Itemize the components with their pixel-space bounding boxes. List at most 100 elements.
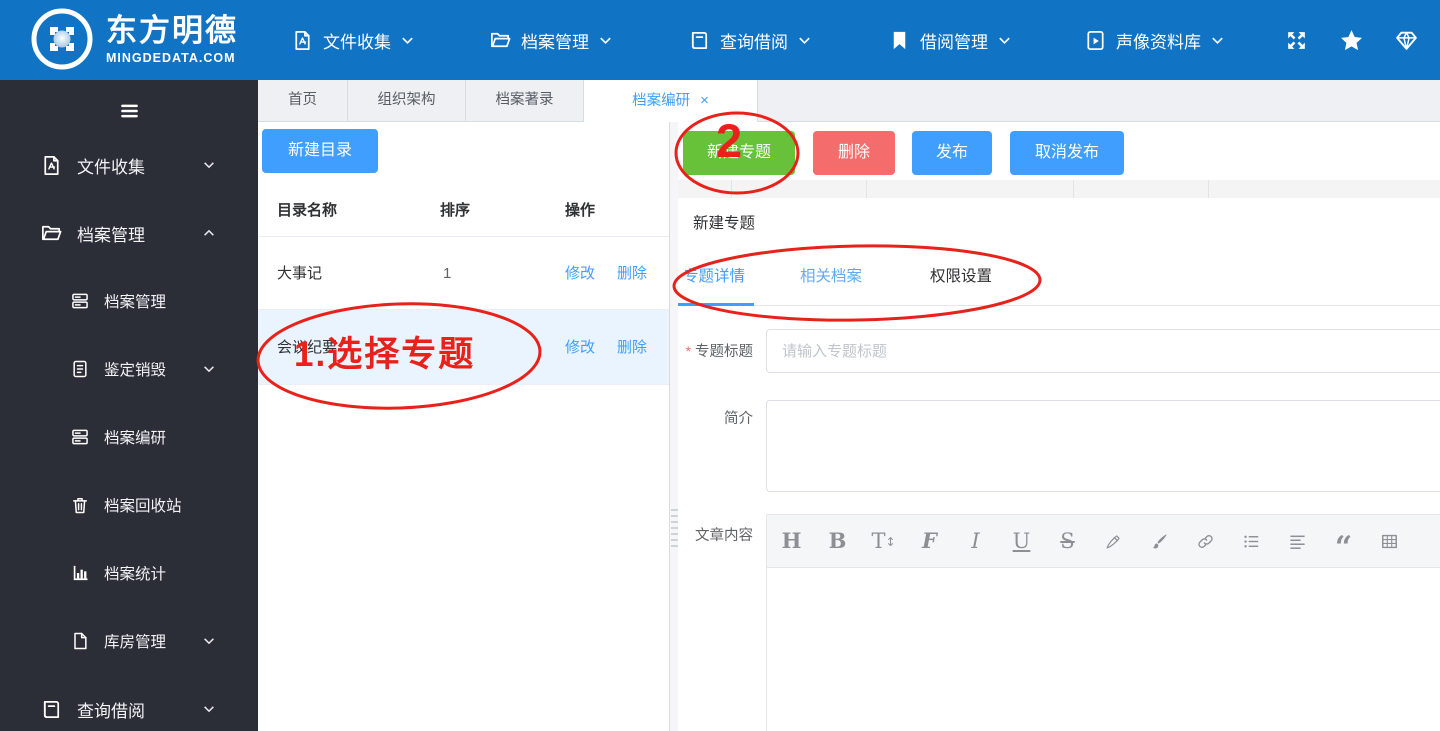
delete-link[interactable]: 删除 xyxy=(617,237,647,310)
sidebar-item-label: 库房管理 xyxy=(104,634,167,651)
chevron-down-icon xyxy=(400,33,415,48)
header-actions: 操作 xyxy=(565,202,596,219)
sidebar-item-label: 查询借阅 xyxy=(77,701,145,721)
tab-label: 组织架构 xyxy=(377,92,436,108)
nav-item-5[interactable]: 声像资料库 xyxy=(1084,0,1225,80)
logo-title: 东方明德 xyxy=(106,12,238,48)
chevron-down-icon xyxy=(202,634,216,648)
sidebar-item-label: 档案回收站 xyxy=(104,498,182,515)
active-tab-underline xyxy=(678,303,754,306)
gem-icon xyxy=(1394,28,1419,53)
strikethrough-icon[interactable]: S xyxy=(1057,528,1078,554)
dir-name-cell: 会议纪要 xyxy=(277,339,338,356)
new-directory-button[interactable]: 新建目录 xyxy=(262,129,378,173)
取消发布-button[interactable]: 取消发布 xyxy=(1010,131,1124,175)
topic-detail-tabs: 专题详情 相关档案 权限设置 xyxy=(678,248,1440,306)
font-size-icon[interactable]: T↕ xyxy=(871,528,895,554)
font-style-icon[interactable]: F xyxy=(919,528,940,554)
tab-相关档案[interactable]: 相关档案 xyxy=(800,248,862,306)
chevron-down-icon xyxy=(202,362,216,376)
file-collect-icon xyxy=(40,154,63,177)
sidebar-item-1-文件收集[interactable]: 文件收集 xyxy=(0,144,258,186)
sidebar-item-8-库房管理[interactable]: 库房管理 xyxy=(0,620,258,662)
splitter-grip-icon xyxy=(671,505,678,551)
chevron-down-icon xyxy=(1210,33,1225,48)
align-icon[interactable] xyxy=(1287,528,1308,554)
editor-toolbar: H B T↕ F I U S “ xyxy=(767,515,1440,568)
chevron-down-icon xyxy=(202,158,216,172)
edit-link[interactable]: 修改 xyxy=(565,310,595,385)
required-asterisk-icon: * xyxy=(685,343,691,359)
menu-collapse-button[interactable] xyxy=(0,96,258,126)
folder-open-icon xyxy=(489,29,512,52)
topbar: 东方明德 MINGDEDATA.COM 文件收集 档案管理 查询借阅 借阅管理 声像资料… xyxy=(0,0,1440,80)
page-tabbar: 首页 组织架构 档案著录 档案编研 × xyxy=(258,80,1440,122)
doc-lines-icon xyxy=(70,359,90,379)
link-icon[interactable] xyxy=(1195,528,1216,554)
book-icon xyxy=(40,698,63,721)
panel-splitter[interactable] xyxy=(669,122,678,731)
gem-button[interactable] xyxy=(1394,0,1419,80)
nav-item-label: 档案管理 xyxy=(521,32,589,52)
sidebar-item-4-鉴定销毁[interactable]: 鉴定销毁 xyxy=(0,348,258,390)
tab-档案编研[interactable]: 档案编研 × xyxy=(584,80,758,122)
table-icon[interactable] xyxy=(1379,528,1400,554)
tab-档案著录[interactable]: 档案著录 xyxy=(466,80,584,122)
editor-content-area[interactable] xyxy=(767,568,1440,731)
topic-title-input[interactable] xyxy=(766,329,1440,373)
tab-组织架构[interactable]: 组织架构 xyxy=(348,80,466,122)
italic-icon[interactable]: I xyxy=(965,528,986,554)
sidebar-item-label: 档案编研 xyxy=(104,430,167,447)
sidebar-item-label: 文件收集 xyxy=(77,157,145,177)
nav-item-4[interactable]: 借阅管理 xyxy=(888,0,1012,80)
sidebar-item-label: 档案管理 xyxy=(77,225,145,245)
rich-text-editor: H B T↕ F I U S “ xyxy=(766,514,1440,731)
chevron-down-icon xyxy=(997,33,1012,48)
logo: 东方明德 MINGDEDATA.COM xyxy=(30,7,238,71)
sidebar-item-5-档案编研[interactable]: 档案编研 xyxy=(0,416,258,458)
heading-icon[interactable]: H xyxy=(781,528,802,554)
table-row-selected[interactable]: 会议纪要 修改 删除 xyxy=(258,310,669,385)
sidebar-item-2-档案管理[interactable]: 档案管理 xyxy=(0,212,258,254)
sidebar-item-6-档案回收站[interactable]: 档案回收站 xyxy=(0,484,258,526)
book-icon xyxy=(688,29,711,52)
sidebar-item-3-档案管理[interactable]: 档案管理 xyxy=(0,280,258,322)
chart-icon xyxy=(70,563,90,583)
nav-item-2[interactable]: 档案管理 xyxy=(489,0,613,80)
bold-icon[interactable]: B xyxy=(827,528,848,554)
table-row[interactable]: 大事记 1 修改 删除 xyxy=(258,237,669,310)
bookmark-icon xyxy=(888,29,911,52)
intro-textarea[interactable] xyxy=(766,400,1440,492)
sidebar-item-7-档案统计[interactable]: 档案统计 xyxy=(0,552,258,594)
发布-button[interactable]: 发布 xyxy=(912,131,992,175)
logo-emblem-icon xyxy=(31,8,93,70)
fullscreen-button[interactable] xyxy=(1284,0,1309,80)
quote-icon[interactable]: “ xyxy=(1333,528,1354,563)
server-icon xyxy=(70,427,90,447)
pen-icon[interactable] xyxy=(1103,528,1124,554)
fullscreen-icon xyxy=(1284,28,1309,53)
新建专题-button[interactable]: 新建专题 xyxy=(683,131,795,175)
delete-link[interactable]: 删除 xyxy=(617,310,647,385)
删除-button[interactable]: 删除 xyxy=(813,131,895,175)
tab-close-icon[interactable]: × xyxy=(700,92,709,109)
media-icon xyxy=(1084,29,1107,52)
tab-label: 首页 xyxy=(288,92,317,108)
bullet-list-icon[interactable] xyxy=(1241,528,1262,554)
tab-首页[interactable]: 首页 xyxy=(258,80,348,122)
nav-item-3[interactable]: 查询借阅 xyxy=(688,0,812,80)
tab-权限设置[interactable]: 权限设置 xyxy=(930,248,992,306)
chevron-down-icon xyxy=(797,33,812,48)
trash-icon xyxy=(70,495,90,515)
brush-icon[interactable] xyxy=(1149,528,1170,554)
edit-link[interactable]: 修改 xyxy=(565,237,595,310)
star-button[interactable] xyxy=(1339,0,1364,80)
logo-subtitle: MINGDEDATA.COM xyxy=(106,50,236,65)
sidebar-item-9-查询借阅[interactable]: 查询借阅 xyxy=(0,688,258,730)
underline-icon[interactable]: U xyxy=(1011,528,1032,554)
sidebar: 文件收集 档案管理 档案管理 鉴定销毁 档案编研 档案回收站 档案统计 库房管理 查询借阅 xyxy=(0,80,258,731)
tab-专题详情[interactable]: 专题详情 xyxy=(683,248,745,306)
header-directory-name: 目录名称 xyxy=(277,202,338,219)
directory-table-header: 目录名称 排序 操作 xyxy=(258,185,669,237)
nav-item-1[interactable]: 文件收集 xyxy=(291,0,415,80)
